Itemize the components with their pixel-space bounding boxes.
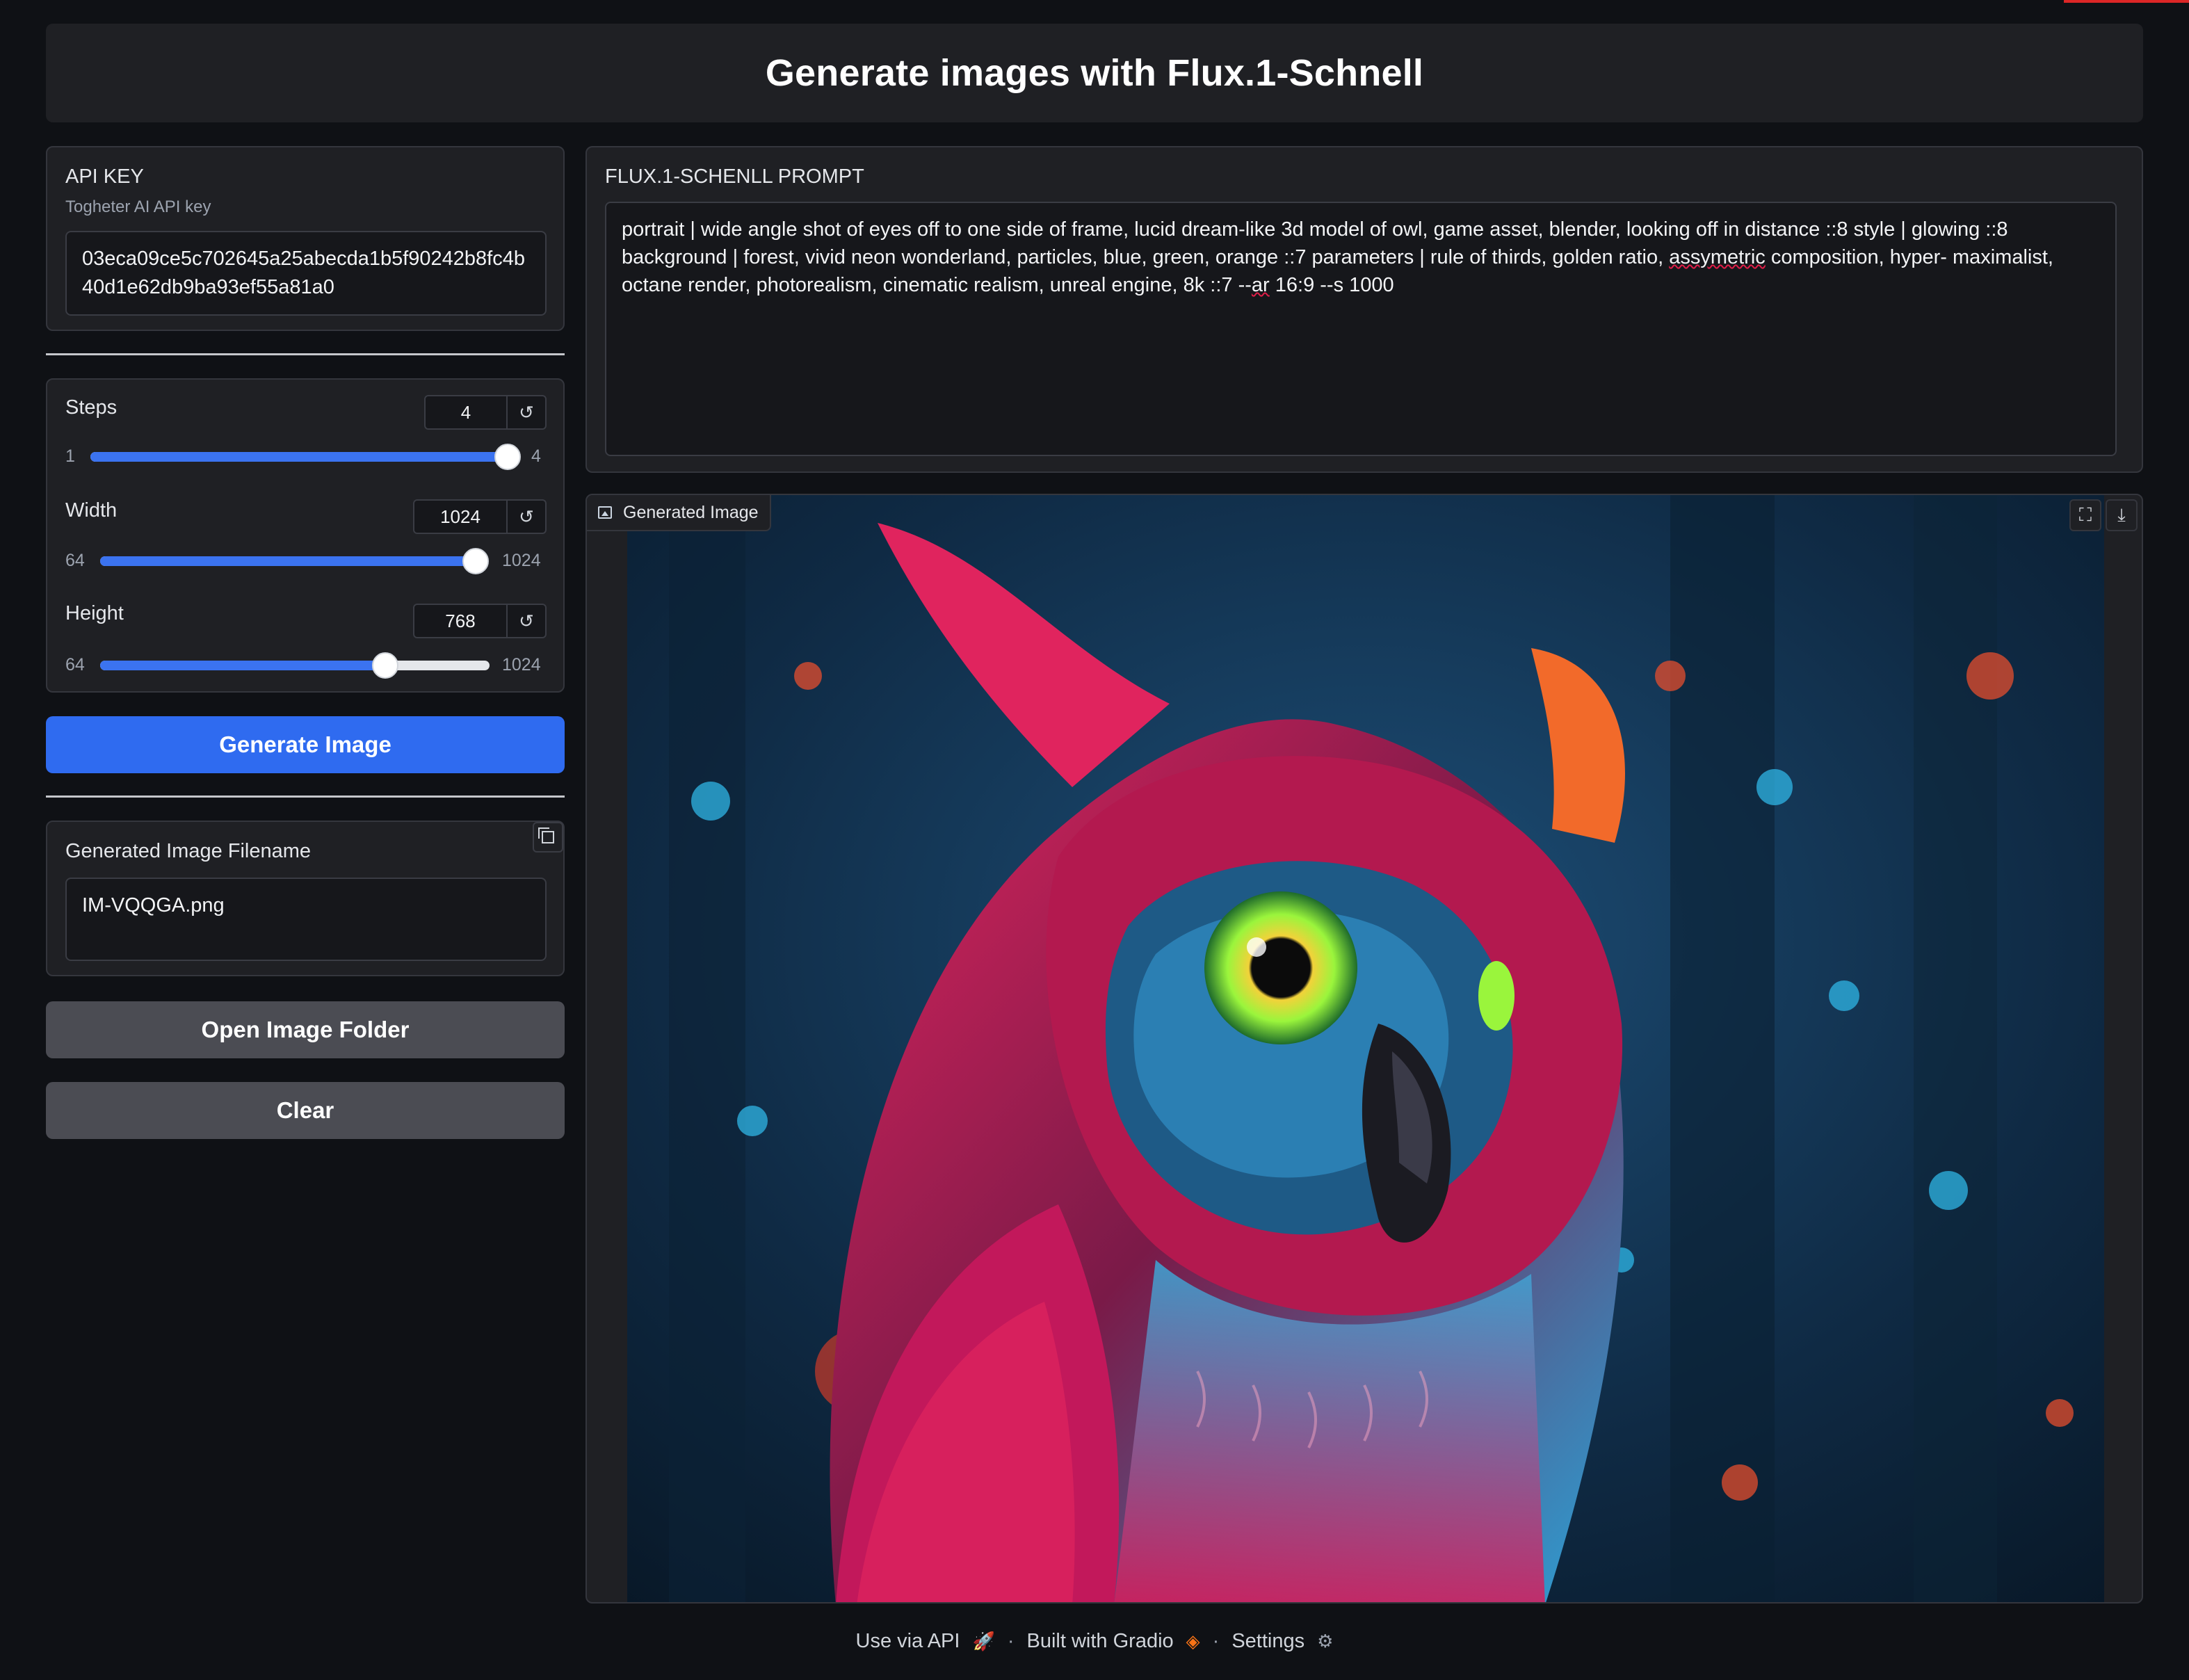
generated-image-panel: Generated Image ⛶ ⤓ — [585, 494, 2143, 1604]
window-accent — [2064, 0, 2189, 3]
api-key-panel: API KEY Togheter AI API key 03eca09ce5c7… — [46, 146, 565, 331]
width-slider[interactable] — [100, 548, 489, 574]
width-min: 64 — [65, 551, 85, 570]
download-icon[interactable]: ⤓ — [2106, 499, 2138, 531]
prompt-label: FLUX.1-SCHENLL PROMPT — [605, 165, 864, 188]
width-slider-thumb[interactable] — [462, 548, 489, 574]
steps-min: 1 — [65, 446, 75, 466]
steps-value[interactable]: 4 — [426, 396, 508, 428]
open-image-folder-button[interactable]: Open Image Folder — [46, 1001, 565, 1058]
steps-label: Steps — [65, 396, 118, 419]
built-with-gradio-link[interactable]: Built with Gradio — [1027, 1630, 1174, 1653]
app-window: Generate images with Flux.1-Schnell API … — [0, 0, 2189, 1680]
height-min: 64 — [65, 655, 85, 675]
height-label: Height — [65, 602, 124, 624]
width-max: 1024 — [502, 551, 541, 570]
height-slider-fill — [100, 661, 386, 670]
height-max: 1024 — [502, 655, 541, 675]
copy-icon[interactable] — [533, 822, 563, 853]
header: Generate images with Flux.1-Schnell — [46, 24, 2143, 122]
prompt-misspelled-word: assymetric — [1669, 246, 1766, 268]
width-slider-fill — [100, 556, 476, 566]
generated-image-label: Generated Image — [623, 502, 759, 522]
height-value[interactable]: 768 — [414, 605, 508, 637]
steps-slider-fill — [90, 452, 508, 462]
width-value[interactable]: 1024 — [414, 501, 508, 533]
height-slider[interactable] — [100, 652, 490, 679]
footer: Use via API 🚀 · Built with Gradio ◈ · Se… — [0, 1620, 2189, 1662]
image-icon — [598, 506, 612, 519]
divider — [46, 353, 565, 355]
sliders-panel: Steps 4 ↺ 1 4 Width 1024 ↺ 64 1024 Heigh… — [46, 378, 565, 693]
height-reset-icon[interactable]: ↺ — [508, 611, 545, 632]
image-actions: ⛶ ⤓ — [2069, 499, 2138, 531]
steps-reset-icon[interactable]: ↺ — [508, 402, 545, 423]
steps-number-input[interactable]: 4 ↺ — [424, 395, 547, 430]
width-number-input[interactable]: 1024 ↺ — [413, 499, 547, 534]
filename-label: Generated Image Filename — [65, 840, 312, 862]
rocket-icon: 🚀 — [972, 1630, 995, 1651]
gear-icon: ⚙ — [1317, 1630, 1334, 1651]
height-number-input[interactable]: 768 ↺ — [413, 604, 547, 638]
steps-slider-thumb[interactable] — [494, 444, 521, 470]
prompt-misspelled-word: ar — [1251, 274, 1270, 296]
divider — [46, 795, 565, 798]
prompt-text-part: 16:9 --s 1000 — [1269, 274, 1394, 296]
use-via-api-link[interactable]: Use via API — [856, 1630, 960, 1653]
filename-panel: Generated Image Filename IM-VQQGA.png — [46, 821, 565, 976]
width-reset-icon[interactable]: ↺ — [508, 506, 545, 528]
generated-image[interactable] — [627, 495, 2104, 1604]
steps-max: 4 — [531, 446, 541, 466]
api-key-label: API KEY — [65, 165, 144, 188]
api-key-sublabel: Togheter AI API key — [65, 197, 211, 216]
steps-slider[interactable] — [90, 444, 521, 470]
gradio-logo-icon: ◈ — [1186, 1630, 1200, 1651]
footer-separator: · — [1212, 1629, 1220, 1652]
footer-separator: · — [1007, 1629, 1015, 1652]
prompt-panel: FLUX.1-SCHENLL PROMPT portrait | wide an… — [585, 146, 2143, 473]
height-slider-thumb[interactable] — [372, 652, 399, 679]
page-title: Generate images with Flux.1-Schnell — [765, 52, 1424, 94]
api-key-input[interactable]: 03eca09ce5c702645a25abecda1b5f90242b8fc4… — [65, 231, 547, 316]
settings-link[interactable]: Settings — [1231, 1630, 1304, 1653]
prompt-textarea[interactable]: portrait | wide angle shot of eyes off t… — [605, 202, 2117, 456]
width-label: Width — [65, 499, 118, 522]
generate-image-button[interactable]: Generate Image — [46, 716, 565, 773]
fullscreen-icon[interactable]: ⛶ — [2069, 499, 2101, 531]
clear-button[interactable]: Clear — [46, 1082, 565, 1139]
generated-image-tag: Generated Image — [587, 495, 771, 531]
filename-output[interactable]: IM-VQQGA.png — [65, 878, 547, 961]
